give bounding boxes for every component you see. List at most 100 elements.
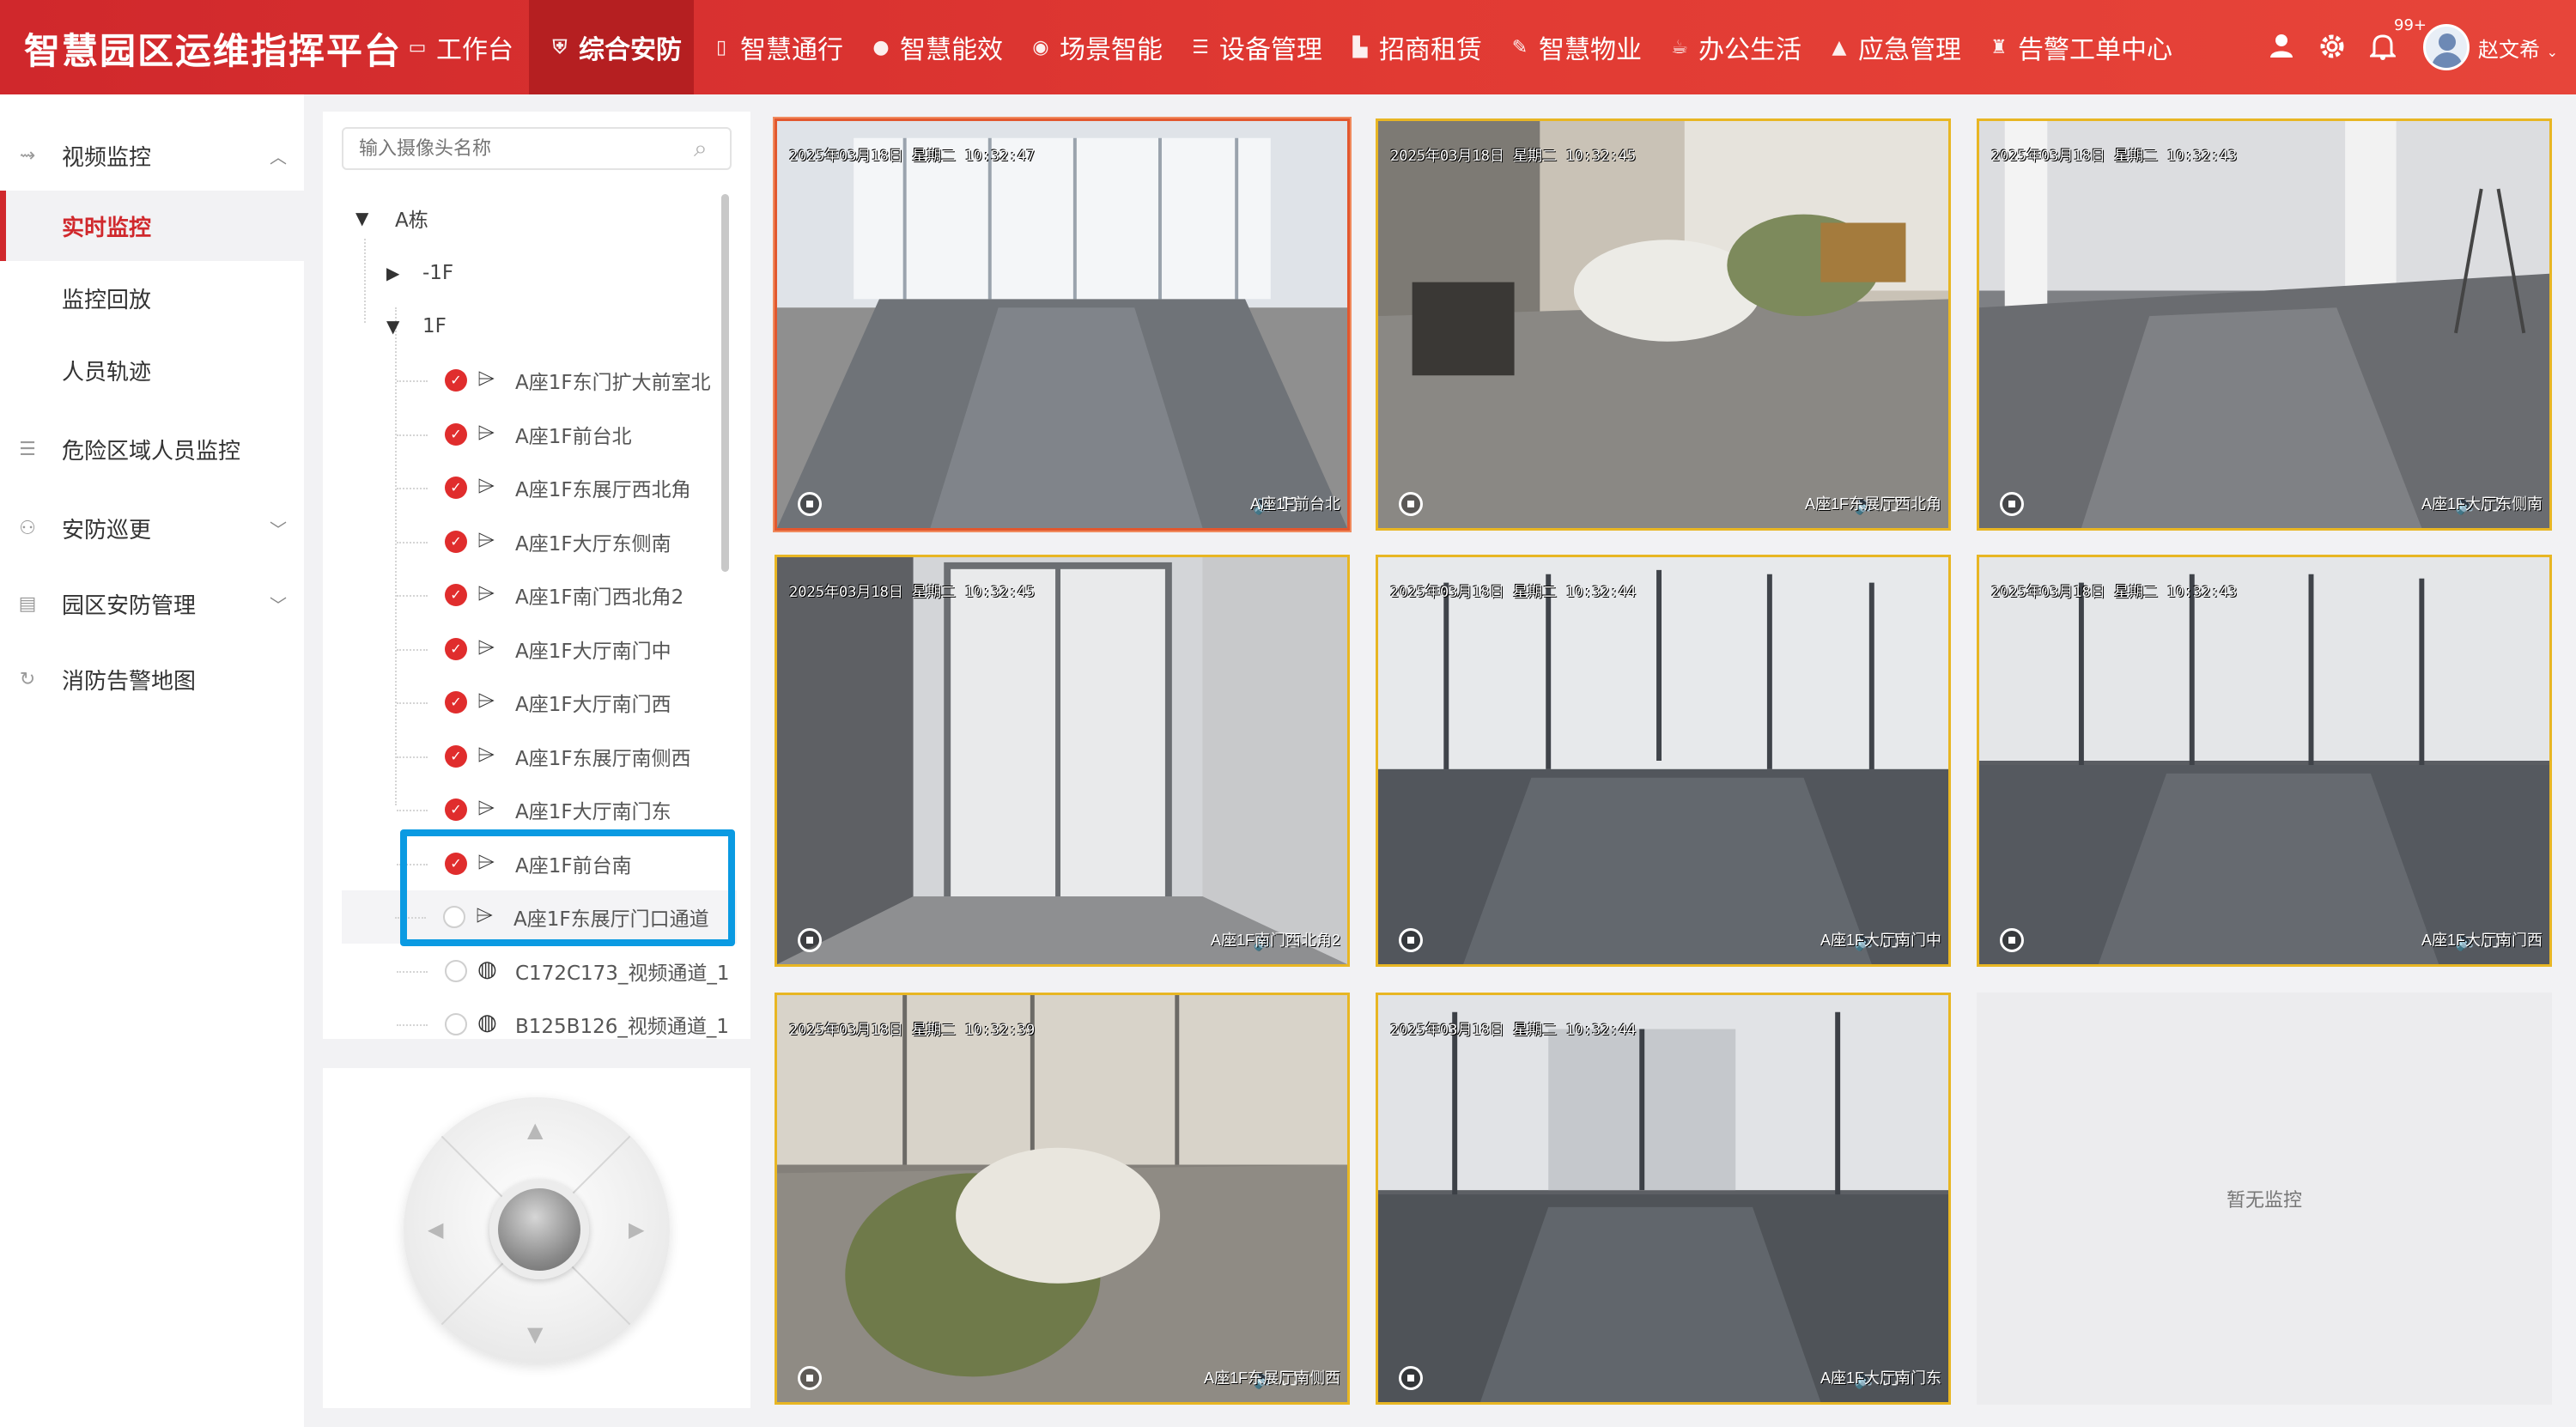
ptz-up-icon[interactable]: ▲ [527, 1118, 543, 1142]
stop-icon[interactable] [1399, 1366, 1423, 1390]
bullet-camera-icon: ⌲ [477, 688, 495, 714]
tree-guide-line [397, 648, 428, 651]
tree-node-floor-b1[interactable]: ▶ -1F [386, 249, 453, 297]
camera-tree-item[interactable]: ✓ ⌲ A座1F东门扩大前室北 [343, 354, 738, 407]
camera-tree-item[interactable]: ◍ C172C173_视频通道_1 [343, 944, 738, 998]
offline-status-icon[interactable] [445, 1013, 467, 1035]
stop-icon[interactable] [1399, 492, 1423, 516]
nav-item-smart-energy[interactable]: ● 智慧能效 [871, 0, 1003, 94]
offline-status-icon[interactable] [445, 959, 467, 982]
ptz-down-icon[interactable]: ▼ [527, 1322, 543, 1346]
nav-item-smart-property[interactable]: ✎ 智慧物业 [1510, 0, 1642, 94]
feed-camera-name: A座1F大厅南门中 [1820, 932, 1941, 949]
video-tile[interactable]: 2025年03月18日 星期二 10:32:43 🔈 ⛶ A座1F大厅南门西 [1977, 555, 2552, 967]
camera-tree-item[interactable]: ✓ ⌲ A座1F大厅南门中 [343, 622, 738, 676]
nav-item-leasing[interactable]: ▙ 招商租赁 [1350, 0, 1482, 94]
video-tile[interactable]: 2025年03月18日 星期二 10:32:39 🔈 ⛶ A座1F东展厅南侧西 [775, 993, 1350, 1405]
video-tile[interactable]: 2025年03月18日 星期二 10:32:43 🔈 ⛶ A座1F大厅东侧南 [1977, 118, 2552, 531]
sidebar-item-patrol[interactable]: ⚇ 安防巡更 ﹀ [0, 493, 304, 563]
door-icon: ▯ [715, 36, 727, 58]
stop-icon[interactable] [1399, 928, 1423, 952]
tree-node-floor-1f[interactable]: ▼ 1F [386, 302, 447, 350]
camera-tree-item[interactable]: ✓ ⌲ A座1F大厅南门东 [343, 783, 738, 836]
bullet-camera-icon: ⌲ [477, 526, 495, 553]
sidebar-item-realtime-monitoring[interactable]: 实时监控 [0, 191, 304, 261]
nav-item-emergency[interactable]: ▲ 应急管理 [1829, 0, 1961, 94]
online-check-icon[interactable]: ✓ [445, 584, 467, 606]
camera-feed-image [777, 557, 1347, 964]
camera-tree-item[interactable]: ✓ ⌲ A座1F大厅南门西 [343, 676, 738, 729]
sidebar-item-label: 危险区域人员监控 [62, 438, 241, 465]
sidebar-item-label: 监控回放 [62, 287, 152, 313]
user-name[interactable]: 赵文希 ⌄ [2478, 33, 2558, 63]
nav-item-device-management[interactable]: ☰ 设备管理 [1190, 0, 1322, 94]
camera-tree-item[interactable]: ◍ B125B126_视频通道_1 [343, 998, 738, 1051]
tree-guide-line [397, 702, 428, 704]
sidebar-item-person-track[interactable]: 人员轨迹 [0, 335, 304, 405]
online-check-icon[interactable]: ✓ [445, 422, 467, 446]
online-check-icon[interactable]: ✓ [445, 530, 467, 553]
ptz-left-icon[interactable]: ◀ [428, 1218, 443, 1242]
sidebar-item-security-management[interactable]: ▤ 园区安防管理 ﹀ [0, 568, 304, 639]
video-tile-empty[interactable]: 暂无监控 [1977, 993, 2552, 1405]
sidebar-item-playback[interactable]: 监控回放 [0, 263, 304, 333]
nav-item-label: 智慧通行 [740, 35, 843, 65]
nav-item-smart-access[interactable]: ▯ 智慧通行 [711, 0, 843, 94]
tree-node-building-a[interactable]: ▼ A栋 [355, 194, 428, 242]
nav-item-label: 告警工单中心 [2018, 35, 2172, 65]
offline-status-icon[interactable] [443, 906, 465, 928]
online-check-icon[interactable]: ✓ [445, 637, 467, 660]
feed-timestamp: 2025年03月18日 星期二 10:32:43 [1991, 584, 2238, 601]
search-icon[interactable]: ⌕ [694, 134, 708, 163]
tree-node-label: 1F [422, 315, 447, 337]
nav-item-integrated-security[interactable]: ⛨ 综合安防 [529, 0, 694, 94]
video-tile[interactable]: 2025年03月18日 星期二 10:32:45 🔈 ⛶ A座1F南门西北角2 [775, 555, 1350, 967]
bell-icon[interactable] [2368, 33, 2397, 65]
nav-item-workbench[interactable]: ▭ 工作台 [407, 0, 513, 94]
notification-badge: 99+ [2394, 16, 2427, 34]
camera-tree-item[interactable]: ✓ ⌲ A座1F前台南 [343, 837, 738, 890]
nav-item-alarm-center[interactable]: ♜ 告警工单中心 [1989, 0, 2172, 94]
gear-icon[interactable] [2318, 33, 2346, 65]
online-check-icon[interactable]: ✓ [445, 744, 467, 768]
ptz-joystick[interactable]: ▲ ▼ ◀ ▶ [404, 1097, 670, 1363]
camera-tree-item[interactable]: ✓ ⌲ A座1F东展厅南侧西 [343, 730, 738, 783]
video-tile[interactable]: 2025年03月18日 星期二 10:32:44 🔈 ⛶ A座1F大厅南门中 [1376, 555, 1951, 967]
ptz-center-button[interactable] [489, 1180, 589, 1279]
camera-tree-item[interactable]: ✓ ⌲ A座1F大厅东侧南 [343, 515, 738, 568]
camera-tree-item[interactable]: ✓ ⌲ A座1F东展厅西北角 [343, 461, 738, 514]
device-icon: ☰ [1192, 36, 1209, 58]
video-tile[interactable]: 2025年03月18日 星期二 10:32:47 🔈 ⛶ A座1F前台北 [775, 118, 1350, 531]
video-tile[interactable]: 2025年03月18日 星期二 10:32:45 🔈 ⛶ A座1F东展厅西北角 [1376, 118, 1951, 531]
camera-feed-image [777, 121, 1347, 528]
patrol-icon: ⚇ [19, 517, 36, 539]
sidebar-item-danger-zone[interactable]: ☰ 危险区域人员监控 [0, 414, 304, 484]
camera-name: C172C173_视频通道_1 [515, 962, 730, 985]
video-tile[interactable]: 2025年03月18日 星期二 10:32:44 🔈 ⛶ A座1F大厅南门东 [1376, 993, 1951, 1405]
user-icon[interactable] [2269, 33, 2294, 64]
sidebar-item-label: 人员轨迹 [62, 359, 152, 386]
camera-tree-item[interactable]: ✓ ⌲ A座1F前台北 [343, 408, 738, 461]
stop-icon[interactable] [798, 928, 822, 952]
online-check-icon[interactable]: ✓ [445, 691, 467, 714]
sidebar-item-video-monitoring[interactable]: ⇝ 视频监控 ︿ [0, 120, 304, 191]
online-check-icon[interactable]: ✓ [445, 369, 467, 392]
avatar[interactable] [2423, 24, 2470, 70]
online-check-icon[interactable]: ✓ [445, 477, 467, 499]
tree-guide-line [397, 434, 428, 436]
stop-icon[interactable] [2000, 492, 2024, 516]
tree-guide-line [397, 380, 428, 382]
camera-tree-item[interactable]: ✓ ⌲ A座1F南门西北角2 [343, 568, 738, 622]
sidebar-item-fire-alarm-map[interactable]: ↻ 消防告警地图 [0, 644, 304, 714]
bullet-camera-icon: ⌲ [477, 419, 495, 446]
stop-icon[interactable] [798, 1366, 822, 1390]
online-check-icon[interactable]: ✓ [445, 799, 467, 821]
online-check-icon[interactable]: ✓ [445, 852, 467, 875]
stop-icon[interactable] [2000, 928, 2024, 952]
camera-search-input[interactable] [342, 127, 732, 170]
nav-item-office-life[interactable]: ☕ 办公生活 [1669, 0, 1801, 94]
camera-tree-item[interactable]: ⌲ A座1F东展厅门口通道 [342, 890, 737, 944]
ptz-right-icon[interactable]: ▶ [629, 1218, 644, 1242]
nav-item-scene-intelligence[interactable]: ◉ 场景智能 [1030, 0, 1163, 94]
stop-icon[interactable] [798, 492, 822, 516]
